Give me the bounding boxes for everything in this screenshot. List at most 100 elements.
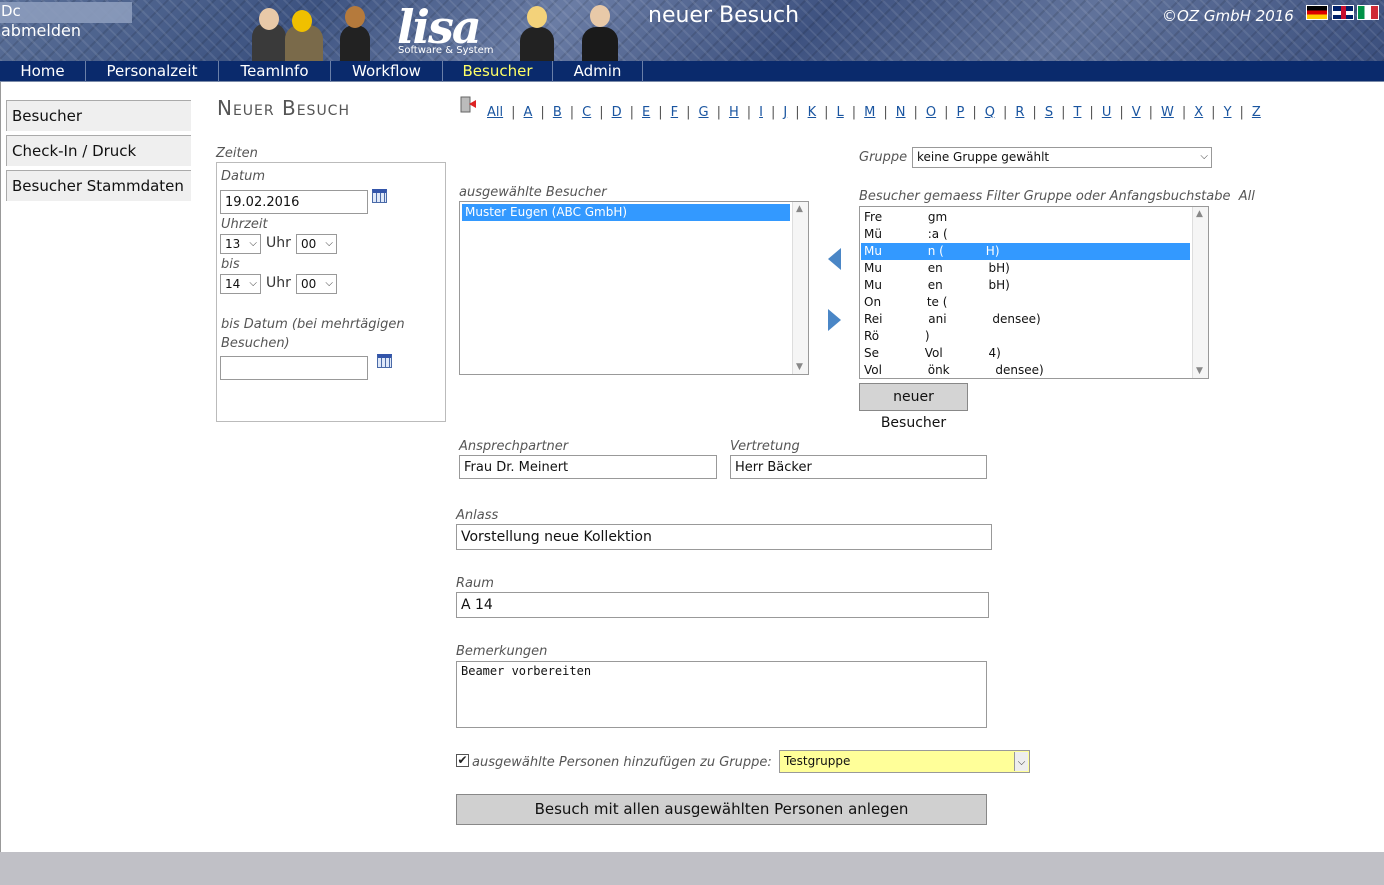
alphabet-separator: | [1239, 105, 1244, 120]
from-hour-select[interactable]: 13 ⌵ [220, 234, 261, 254]
deputy-field[interactable] [730, 455, 987, 479]
alphabet-link-m[interactable]: M [864, 105, 875, 120]
end-date-field[interactable] [220, 356, 368, 380]
group-select[interactable]: keine Gruppe gewählt ⌵ [912, 147, 1212, 168]
nav-workflow[interactable]: Workflow [331, 61, 443, 82]
notes-field[interactable]: Beamer vorbereiten [456, 661, 987, 728]
alphabet-separator: | [540, 105, 545, 120]
alphabet-link-c[interactable]: C [582, 105, 591, 120]
alphabet-link-x[interactable]: X [1194, 105, 1203, 120]
alphabet-link-q[interactable]: Q [985, 105, 995, 120]
list-item[interactable]: Rei ani densee) [861, 311, 1190, 328]
copyright: ©OZ GmbH 2016 [1162, 7, 1294, 25]
nav-home[interactable]: Home [0, 61, 86, 82]
alphabet-link-j[interactable]: J [783, 105, 787, 120]
list-item[interactable]: Mu en bH) [861, 277, 1190, 294]
calendar-icon[interactable] [372, 189, 387, 203]
german-flag-icon[interactable] [1306, 5, 1328, 20]
alphabet-link-y[interactable]: Y [1224, 105, 1232, 120]
alphabet-link-v[interactable]: V [1132, 105, 1141, 120]
exit-icon[interactable] [460, 96, 478, 113]
alphabet-link-g[interactable]: G [698, 105, 708, 120]
times-box: Datum Uhrzeit 13⌵ Uhr 00⌵ bis 14⌵ Uhr 00… [216, 162, 446, 422]
until-label: bis [221, 257, 240, 272]
new-visitor-button[interactable]: neuer Besucher [859, 383, 968, 431]
list-item[interactable]: Mü :a ( [861, 226, 1190, 243]
alphabet-link-b[interactable]: B [553, 105, 562, 120]
sidebar-item-stammdaten[interactable]: Besucher Stammdaten [6, 170, 191, 201]
to-hour-select[interactable]: 14 ⌵ [220, 274, 261, 294]
list-item[interactable]: Se Vol 4) [861, 345, 1190, 362]
alphabet-filter: All | A | B | C | D | E | F | G | H | I | J | K | L | M | N | O | P | Q | R |… [487, 105, 1261, 120]
contact-field[interactable] [459, 455, 717, 479]
logout-link[interactable]: abmelden [1, 21, 81, 40]
alphabet-link-k[interactable]: K [808, 105, 817, 120]
sidebar-item-besucher[interactable]: Besucher [6, 100, 191, 131]
list-item[interactable]: Mu n ( H) [861, 243, 1190, 260]
move-left-arrow-icon[interactable] [828, 248, 841, 270]
list-item[interactable]: Mu en bH) [861, 260, 1190, 277]
selected-visitors-list[interactable]: Muster Eugen (ABC GmbH) ▲ ▼ [459, 201, 809, 375]
add-group-label: ausgewählte Personen hinzufügen zu Grupp… [472, 755, 772, 770]
add-group-checkbox[interactable]: ✔ [456, 754, 469, 767]
alphabet-separator: | [944, 105, 949, 120]
alphabet-link-i[interactable]: I [759, 105, 763, 120]
filter-visitors-list[interactable]: Fre gm Mü :a (Mu n ( H) Mu en bH) Mu en bH)… [859, 206, 1209, 379]
nav-besucher[interactable]: Besucher [443, 61, 553, 82]
nav-admin[interactable]: Admin [553, 61, 643, 82]
reason-label: Anlass [456, 508, 499, 523]
create-visit-button[interactable]: Besuch mit allen ausgewählten Personen a… [456, 794, 987, 825]
alphabet-link-s[interactable]: S [1045, 105, 1053, 120]
notes-label: Bemerkungen [456, 644, 548, 659]
alphabet-link-w[interactable]: W [1161, 105, 1174, 120]
date-field[interactable] [220, 190, 368, 214]
from-minute-select[interactable]: 00 ⌵ [296, 234, 337, 254]
italian-flag-icon[interactable] [1357, 5, 1379, 20]
uhr-label-2: Uhr [266, 275, 291, 291]
room-field[interactable] [456, 592, 989, 618]
alphabet-link-f[interactable]: F [671, 105, 678, 120]
list-item[interactable]: Vol önk densee) [861, 362, 1190, 378]
alphabet-link-e[interactable]: E [642, 105, 650, 120]
list-item[interactable]: Muster Eugen (ABC GmbH) [462, 204, 790, 221]
alphabet-separator: | [1061, 105, 1066, 120]
list-item[interactable]: On te ( [861, 294, 1190, 311]
nav-teaminfo[interactable]: TeamInfo [219, 61, 331, 82]
alphabet-separator: | [883, 105, 888, 120]
alphabet-separator: | [1148, 105, 1154, 120]
alphabet-link-u[interactable]: U [1102, 105, 1112, 120]
alphabet-separator: | [1119, 105, 1124, 120]
alphabet-separator: | [972, 105, 977, 120]
list-item[interactable]: Rö ) [861, 328, 1190, 345]
alphabet-link-n[interactable]: N [896, 105, 906, 120]
alphabet-link-l[interactable]: L [837, 105, 844, 120]
lisa-logo: lisa [397, 0, 482, 54]
list-item[interactable]: Fre gm [861, 209, 1190, 226]
add-group-select[interactable]: Testgruppe ⌵ [779, 750, 1030, 773]
reason-field[interactable] [456, 524, 992, 550]
alphabet-link-h[interactable]: H [729, 105, 739, 120]
user-name: Dc [1, 2, 21, 20]
english-flag-icon[interactable] [1332, 5, 1354, 20]
alphabet-link-all[interactable]: All [487, 105, 503, 120]
uhr-label: Uhr [266, 235, 291, 251]
nav-personalzeit[interactable]: Personalzeit [86, 61, 219, 82]
alphabet-separator: | [629, 105, 634, 120]
sidebar-item-checkin[interactable]: Check-In / Druck [6, 135, 191, 166]
alphabet-link-o[interactable]: O [926, 105, 936, 120]
alphabet-separator: | [658, 105, 663, 120]
alphabet-link-t[interactable]: T [1073, 105, 1081, 120]
end-calendar-icon[interactable] [377, 354, 392, 368]
alphabet-link-d[interactable]: D [612, 105, 622, 120]
alphabet-link-a[interactable]: A [524, 105, 533, 120]
alphabet-link-p[interactable]: P [957, 105, 965, 120]
scrollbar[interactable]: ▲ ▼ [792, 202, 808, 374]
alphabet-link-r[interactable]: R [1015, 105, 1024, 120]
frame-border [0, 82, 1, 852]
alphabet-link-z[interactable]: Z [1252, 105, 1261, 120]
move-right-arrow-icon[interactable] [828, 309, 841, 331]
scrollbar[interactable]: ▲ ▼ [1192, 207, 1208, 378]
to-minute-select[interactable]: 00 ⌵ [296, 274, 337, 294]
alphabet-separator: | [1211, 105, 1216, 120]
alphabet-separator: | [770, 105, 776, 120]
